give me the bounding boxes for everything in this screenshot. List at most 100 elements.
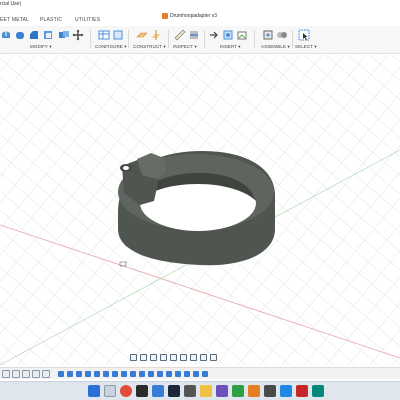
license-label: rcial Use) bbox=[0, 1, 22, 7]
timeline-feature[interactable] bbox=[85, 371, 91, 377]
app-icon-6[interactable] bbox=[280, 385, 292, 397]
press-pull-icon[interactable] bbox=[0, 29, 12, 41]
modify-menu[interactable]: MODIFY ▾ bbox=[30, 44, 52, 50]
zoom-icon[interactable] bbox=[160, 354, 167, 361]
timeline-next-icon[interactable] bbox=[32, 370, 40, 378]
timeline-feature[interactable] bbox=[166, 371, 172, 377]
construct-menu[interactable]: CONSTRUCT ▾ bbox=[133, 44, 166, 50]
grid-line bbox=[325, 55, 400, 120]
select-menu[interactable]: SELECT ▾ bbox=[295, 44, 317, 50]
grid-line bbox=[369, 55, 400, 82]
chrome-icon[interactable] bbox=[120, 385, 132, 397]
timeline-first-icon[interactable] bbox=[2, 370, 10, 378]
start-icon[interactable] bbox=[88, 385, 100, 397]
grid-line bbox=[0, 55, 15, 73]
insert-derive-icon[interactable] bbox=[208, 29, 220, 41]
pan-icon[interactable] bbox=[150, 354, 157, 361]
grid-line bbox=[0, 285, 93, 365]
app-icon-5[interactable] bbox=[264, 385, 276, 397]
configure-rule-icon[interactable] bbox=[112, 29, 124, 41]
design-viewport[interactable] bbox=[0, 55, 400, 365]
file-explorer-icon[interactable] bbox=[200, 385, 212, 397]
app-icon-3[interactable] bbox=[216, 385, 228, 397]
steam-icon[interactable] bbox=[168, 385, 180, 397]
section-analysis-icon[interactable] bbox=[188, 29, 200, 41]
ring-adapter-model[interactable] bbox=[118, 150, 275, 266]
ribbon-divider bbox=[254, 30, 255, 48]
navigation-toolbar bbox=[130, 353, 248, 362]
tab-plastic[interactable]: PLASTIC bbox=[40, 17, 62, 23]
shell-icon[interactable] bbox=[42, 29, 54, 41]
grid-line bbox=[0, 55, 81, 151]
ribbon-divider bbox=[128, 30, 129, 48]
insert-menu[interactable]: INSERT ▾ bbox=[220, 44, 241, 50]
measure-icon[interactable] bbox=[174, 29, 186, 41]
environment-icon[interactable] bbox=[210, 354, 217, 361]
axis-icon[interactable] bbox=[150, 29, 162, 41]
orbit-icon[interactable] bbox=[130, 354, 137, 361]
grid-line bbox=[369, 328, 400, 365]
timeline-feature[interactable] bbox=[67, 371, 73, 377]
ribbon-toolbar: MODIFY ▾ CONFIGURE ▾ CONSTRUCT ▾ INSPECT… bbox=[0, 26, 400, 54]
offset-plane-icon[interactable] bbox=[136, 29, 148, 41]
ribbon-divider bbox=[204, 30, 205, 48]
timeline-feature[interactable] bbox=[58, 371, 64, 377]
grid-line bbox=[0, 55, 59, 125]
new-component-icon[interactable] bbox=[262, 29, 274, 41]
joint-icon[interactable] bbox=[276, 29, 288, 41]
move-icon[interactable] bbox=[72, 29, 84, 41]
timeline-feature[interactable] bbox=[94, 371, 100, 377]
tab-sheet-metal[interactable]: EET METAL bbox=[0, 17, 29, 23]
grid-line bbox=[0, 361, 5, 365]
timeline-feature[interactable] bbox=[130, 371, 136, 377]
timeline-feature[interactable] bbox=[175, 371, 181, 377]
timeline-feature[interactable] bbox=[148, 371, 154, 377]
design-timeline bbox=[0, 367, 400, 379]
app-icon-4[interactable] bbox=[232, 385, 244, 397]
grid-line bbox=[0, 55, 125, 204]
search-icon[interactable] bbox=[104, 385, 116, 397]
display-settings-icon[interactable] bbox=[180, 354, 187, 361]
configure-table-icon[interactable] bbox=[98, 29, 110, 41]
window-titlebar: rcial Use) bbox=[0, 0, 400, 10]
timeline-feature[interactable] bbox=[184, 371, 190, 377]
insert-decal-icon[interactable] bbox=[222, 29, 234, 41]
grid-line bbox=[281, 223, 400, 365]
ribbon-divider bbox=[90, 30, 91, 48]
select-cursor-icon[interactable] bbox=[298, 29, 310, 41]
look-at-icon[interactable] bbox=[140, 354, 147, 361]
chamfer-icon[interactable] bbox=[28, 29, 40, 41]
timeline-feature[interactable] bbox=[202, 371, 208, 377]
configure-menu[interactable]: CONFIGURE ▾ bbox=[95, 44, 127, 50]
grid-line bbox=[325, 276, 400, 365]
grid-settings-icon[interactable] bbox=[190, 354, 197, 361]
app-icon-7[interactable] bbox=[296, 385, 308, 397]
timeline-feature[interactable] bbox=[112, 371, 118, 377]
tab-utilities[interactable]: UTILITIES bbox=[75, 17, 100, 23]
timeline-feature[interactable] bbox=[157, 371, 163, 377]
inspect-menu[interactable]: INSPECT ▾ bbox=[173, 44, 197, 50]
grid-line bbox=[0, 55, 37, 99]
fit-icon[interactable] bbox=[170, 354, 177, 361]
timeline-feature[interactable] bbox=[103, 371, 109, 377]
insert-canvas-icon[interactable] bbox=[236, 29, 248, 41]
timeline-play-icon[interactable] bbox=[22, 370, 30, 378]
app-icon-2[interactable] bbox=[184, 385, 196, 397]
viewports-icon[interactable] bbox=[200, 354, 207, 361]
viewport-canvas[interactable] bbox=[0, 55, 400, 365]
timeline-feature[interactable] bbox=[193, 371, 199, 377]
edge-icon[interactable] bbox=[152, 385, 164, 397]
timeline-prev-icon[interactable] bbox=[12, 370, 20, 378]
fusion-icon[interactable] bbox=[248, 385, 260, 397]
app-icon-1[interactable] bbox=[136, 385, 148, 397]
timeline-feature[interactable] bbox=[76, 371, 82, 377]
fillet-icon[interactable] bbox=[14, 29, 26, 41]
os-taskbar bbox=[0, 381, 400, 400]
timeline-feature[interactable] bbox=[121, 371, 127, 377]
timeline-feature[interactable] bbox=[139, 371, 145, 377]
timeline-last-icon[interactable] bbox=[42, 370, 50, 378]
app-icon-8[interactable] bbox=[312, 385, 324, 397]
combine-icon[interactable] bbox=[58, 29, 70, 41]
ribbon-divider bbox=[168, 30, 169, 48]
assemble-menu[interactable]: ASSEMBLE ▾ bbox=[261, 44, 290, 50]
